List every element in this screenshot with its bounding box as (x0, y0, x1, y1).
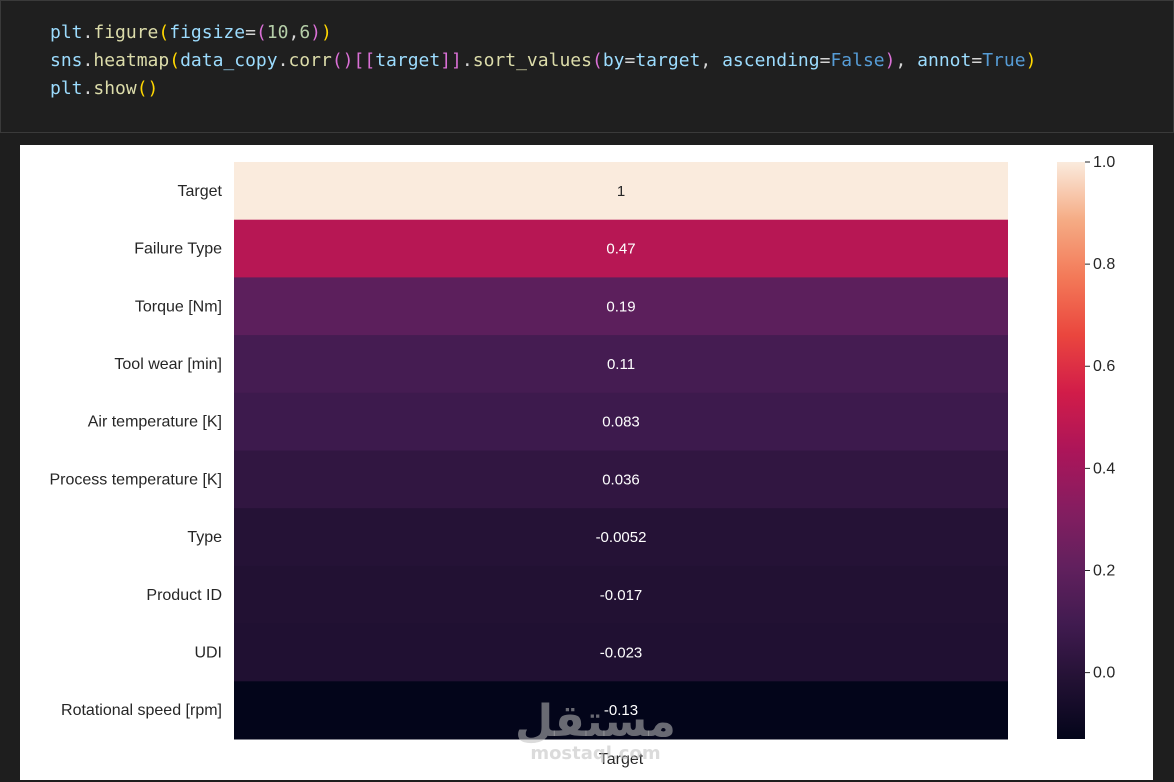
row-label: UDI (194, 644, 222, 661)
code-token: figure (93, 22, 159, 43)
colorbar-tick-label: 0.0 (1093, 665, 1115, 682)
code-token: . (82, 22, 94, 43)
code-token: () (136, 78, 159, 99)
code-token: annot (917, 50, 972, 71)
code-line: plt.show() (50, 79, 158, 99)
code-token: ( (255, 22, 267, 43)
code-token: sns (50, 50, 83, 71)
code-token: 10 (266, 22, 289, 43)
code-token: figsize (169, 22, 246, 43)
row-label: Failure Type (134, 241, 222, 258)
cell-annotation: 0.083 (602, 414, 640, 431)
cell-annotation: 0.47 (606, 241, 635, 258)
code-token: target (635, 50, 701, 71)
colorbar-tick-label: 0.2 (1093, 562, 1115, 579)
code-token: data_copy (180, 50, 278, 71)
row-label: Target (178, 183, 223, 200)
code-token: ) (1025, 50, 1037, 71)
code-token: ) (310, 22, 321, 43)
code-token: plt (50, 22, 83, 43)
row-label: Process temperature [K] (49, 471, 222, 488)
cell-annotation: 0.11 (607, 356, 635, 373)
row-label: Tool wear [min] (114, 356, 222, 373)
code-token: show (93, 78, 137, 99)
output-cell: Target 1 Failure Type 0.47 Torque [Nm] 0.19 To… (20, 145, 1153, 780)
code-token: ) (321, 22, 332, 43)
code-token: . (82, 50, 94, 71)
code-token: () (331, 50, 354, 71)
row-label: Rotational speed [rpm] (61, 702, 222, 719)
row-label: Product ID (146, 587, 222, 604)
code-token: = (971, 50, 983, 71)
code-token: . (277, 50, 289, 71)
code-token: target (375, 50, 441, 71)
code-token: ) (884, 50, 896, 71)
heatmap-chart: Target 1 Failure Type 0.47 Torque [Nm] 0.19 To… (49, 154, 1115, 768)
code-token: False (830, 50, 885, 71)
code-token: ascending (722, 50, 820, 71)
code-token: [[ (353, 50, 376, 71)
cell-annotation: -0.017 (600, 587, 643, 604)
cell-annotation: 0.19 (606, 298, 635, 315)
code-token: , (700, 50, 723, 71)
cell-annotation: 1 (617, 183, 625, 200)
code-token: sort_values (472, 50, 592, 71)
code-token: heatmap (93, 50, 170, 71)
cell-annotation: -0.023 (600, 644, 643, 661)
code-token: ]] (440, 50, 462, 71)
colorbar (1057, 162, 1085, 739)
code-token: plt (50, 78, 83, 99)
row-label: Air temperature [K] (88, 414, 222, 431)
colorbar-tick-label: 0.8 (1093, 256, 1115, 273)
code-token: corr (288, 50, 332, 71)
code-line: sns.heatmap(data_copy.corr()[[target]].s… (50, 51, 1036, 71)
code-token: = (245, 22, 256, 43)
code-token: = (624, 50, 636, 71)
colorbar-tick-label: 0.6 (1093, 358, 1115, 375)
x-tick-label: Target (599, 751, 644, 768)
code-token: True (982, 50, 1026, 71)
cell-annotation: 0.036 (602, 471, 640, 488)
code-token: ( (158, 22, 170, 43)
code-token: , (895, 50, 918, 71)
code-line: plt.figure(figsize=(10,6)) (50, 23, 332, 43)
code-token: . (82, 78, 94, 99)
colorbar-tick-label: 0.4 (1093, 460, 1115, 477)
code-token: 6 (299, 22, 311, 43)
code-token: ( (591, 50, 603, 71)
row-label: Torque [Nm] (135, 298, 222, 315)
cell-annotation: -0.13 (604, 702, 638, 719)
code-token: , (288, 22, 300, 43)
code-token: by (602, 50, 625, 71)
code-token: ( (169, 50, 181, 71)
cell-annotation: -0.0052 (596, 529, 647, 546)
code-token: = (819, 50, 831, 71)
colorbar-tick-label: 1.0 (1093, 154, 1115, 171)
code-token: . (461, 50, 473, 71)
code-cell[interactable]: plt.figure(figsize=(10,6)) sns.heatmap(d… (0, 0, 1174, 133)
row-label: Type (187, 529, 222, 546)
